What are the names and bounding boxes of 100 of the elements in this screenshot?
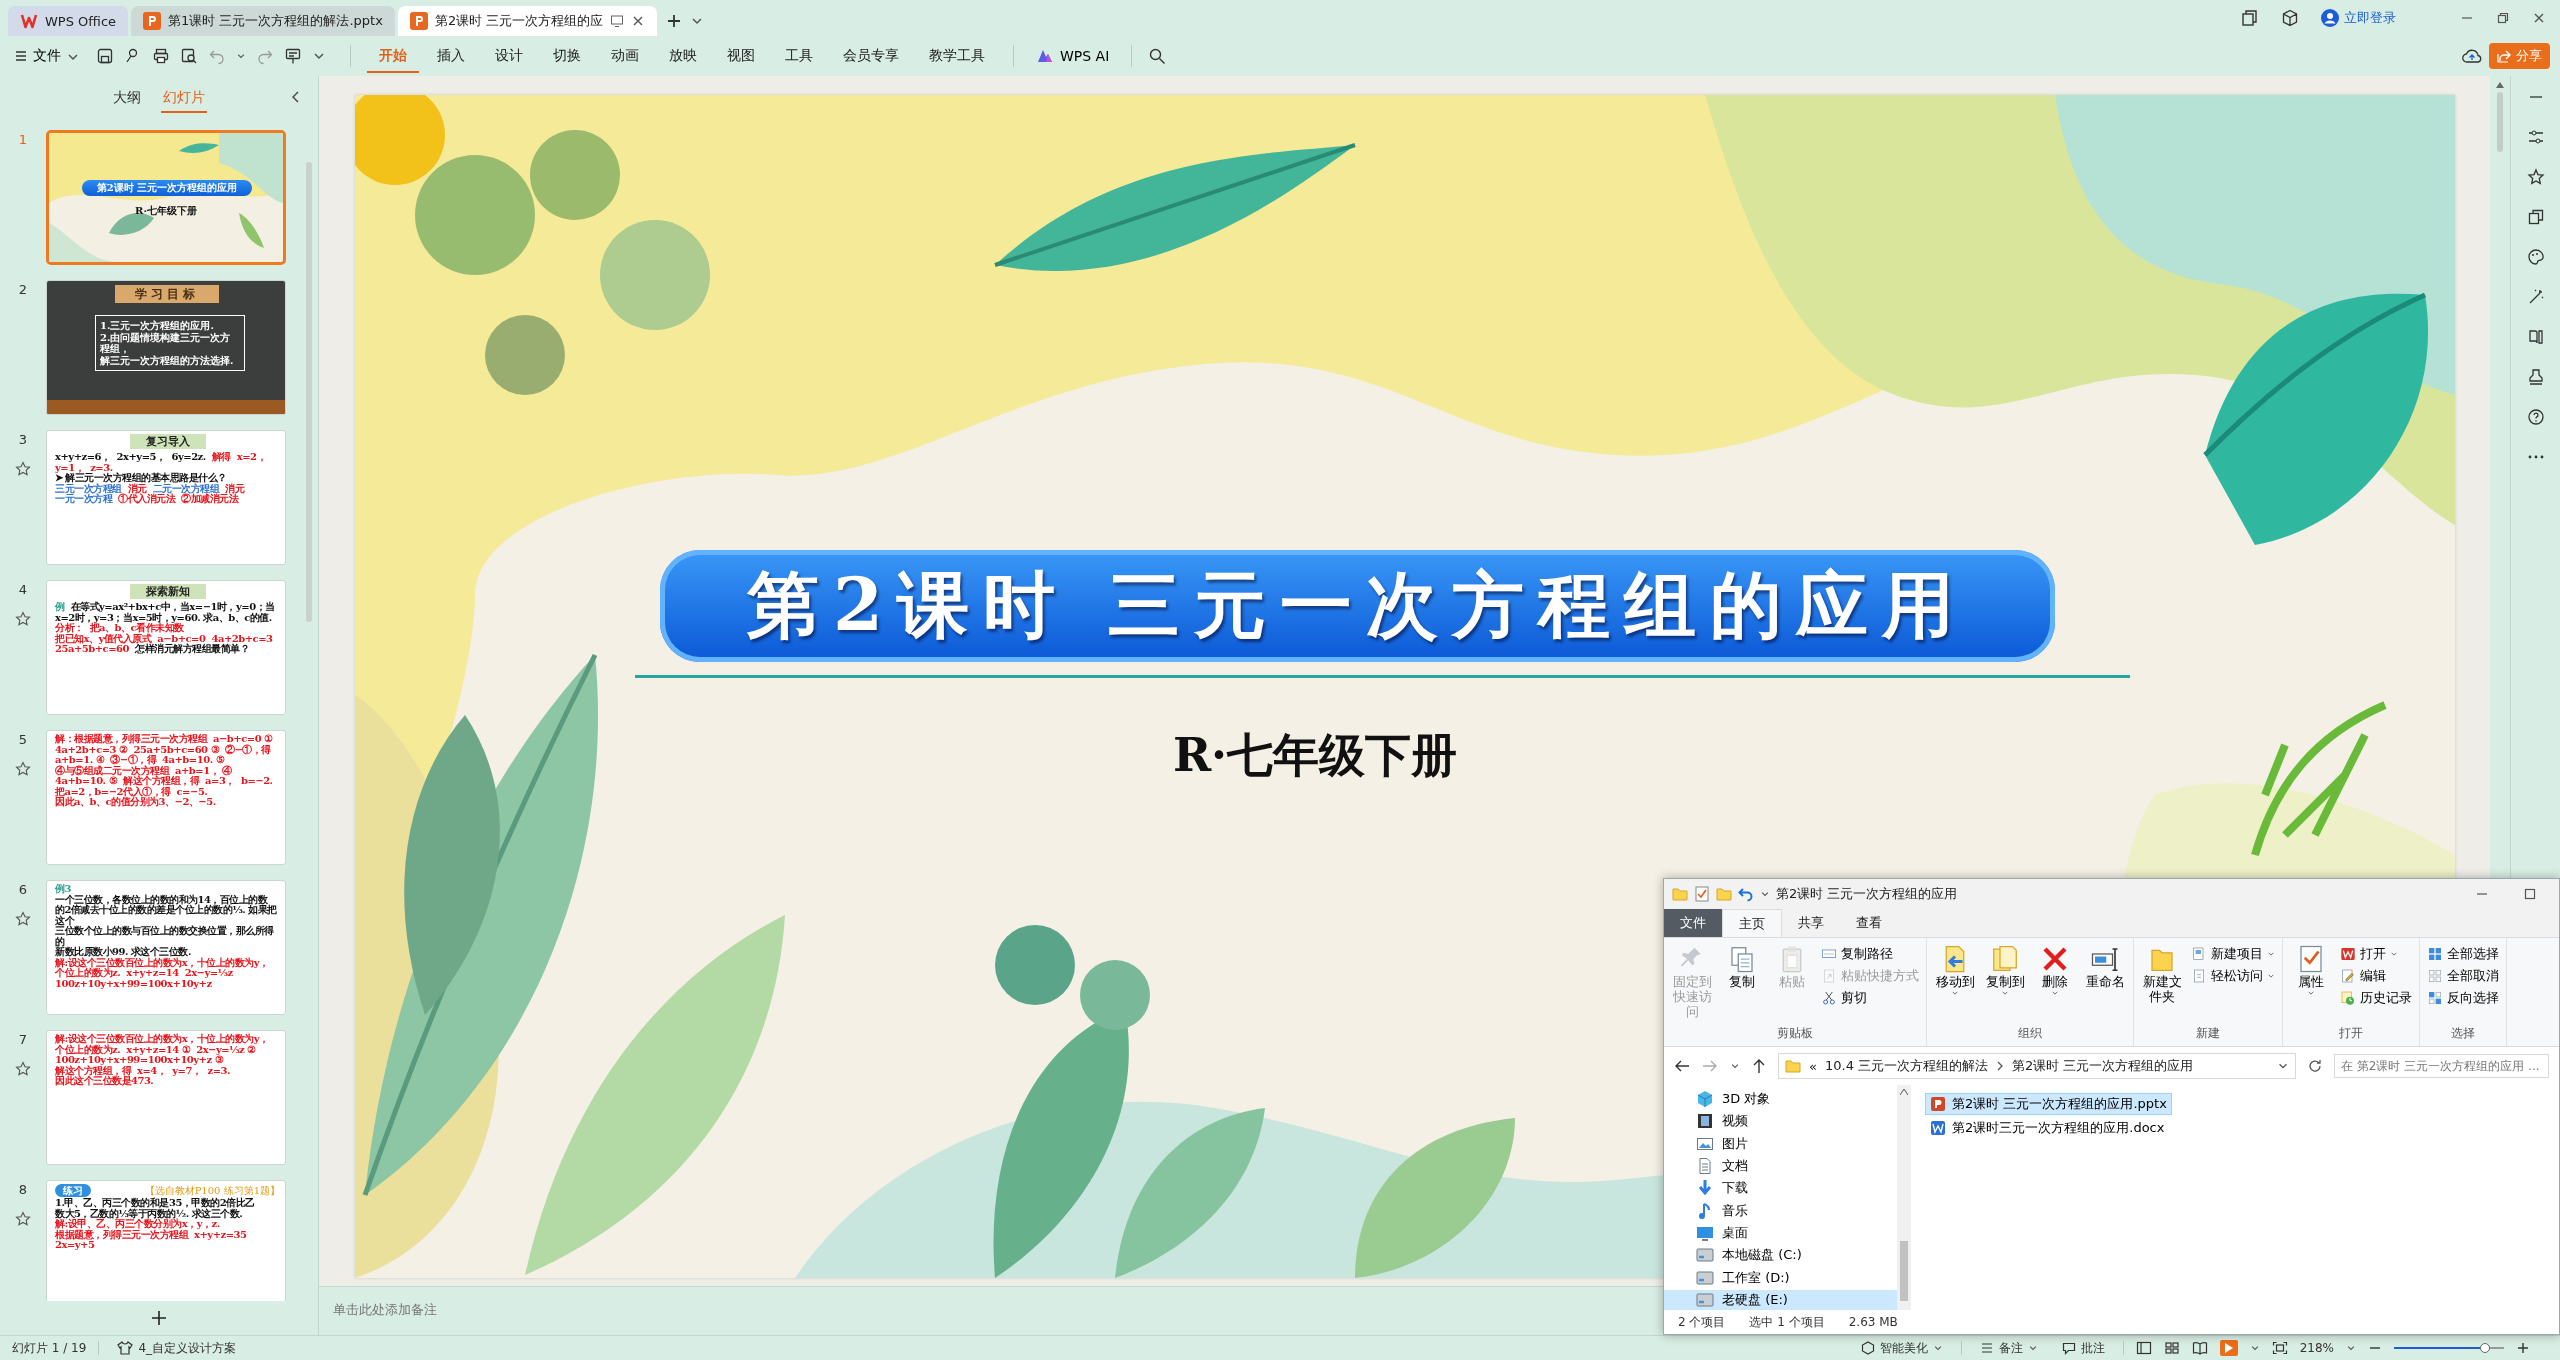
zoom-in-icon[interactable]	[2516, 1341, 2530, 1355]
restore-icon[interactable]	[2496, 11, 2510, 25]
ribbon-button[interactable]: 复制到	[1981, 942, 2029, 1025]
slide-thumbnail[interactable]: 第2课时 三元一次方程组的应用 R·七年级下册	[46, 130, 286, 265]
ribbon-button[interactable]: 编辑	[2337, 966, 2415, 986]
star-icon[interactable]	[2526, 168, 2545, 186]
up-icon[interactable]	[1752, 1058, 1766, 1074]
document-tab[interactable]: WPS Office	[8, 6, 129, 36]
help-icon[interactable]	[2526, 408, 2545, 426]
slide-thumbnail[interactable]: 探索新知 例 在等式y=ax²+bx+c中，当x=−1时，y=0；当 x=2时，y=3；当x=5时，y=60. 求a、b、c的值. 分析： 把a、b、c看作未知数 把已知x、y值代入原式 a−b+c=0 4a+2b+c=3 25a+5b+c=60 怎样消元解方程组最简单？	[46, 580, 286, 715]
save-icon[interactable]	[96, 47, 114, 65]
nav-item[interactable]: 老硬盘 (E:)	[1664, 1289, 1897, 1310]
ribbon-button[interactable]: 全部选择	[2424, 944, 2502, 964]
format-painter-icon[interactable]	[284, 47, 302, 65]
document-tab[interactable]: 第2课时 三元一次方程组的应	[397, 6, 658, 36]
ribbon-tab[interactable]: 插入	[425, 39, 477, 73]
book-icon[interactable]	[2526, 328, 2545, 346]
ribbon-tab[interactable]: 视图	[715, 39, 767, 73]
file-item[interactable]: 第2课时三元一次方程组的应用.docx	[1925, 1117, 2170, 1139]
print-preview-icon[interactable]	[180, 47, 198, 65]
scroll-up-icon[interactable]	[2496, 82, 2504, 88]
close-icon[interactable]	[2532, 11, 2546, 25]
nav-item[interactable]: 文档	[1664, 1155, 1897, 1177]
notes-button[interactable]: 备注	[1973, 1339, 2044, 1357]
reading-view-icon[interactable]	[2191, 1341, 2208, 1355]
ribbon-button[interactable]: 历史记录	[2337, 988, 2415, 1008]
ribbon-button[interactable]: 复制路径	[1818, 944, 1922, 964]
ribbon-tab[interactable]: 会员专享	[831, 39, 911, 73]
ribbon-tab[interactable]: 主页	[1722, 909, 1782, 937]
slide-thumbnail[interactable]: 解:设这个三位数百位上的数为x，十位上的数为y， 个位上的数为z. x+y+z=14 ① 2x−y=⅓z ② 100z+10y+x+99=100x+10y+z ③ 解这个方程组，得 x=4， y=7， z=3. 因此这个三位数是473.	[46, 1030, 286, 1165]
ribbon-button[interactable]: 全部取消	[2424, 966, 2502, 986]
ribbon-button[interactable]: 新建文件夹	[2138, 942, 2186, 1025]
star-icon[interactable]	[15, 1211, 31, 1227]
ribbon-button[interactable]: 重命名	[2081, 942, 2129, 1025]
print-icon[interactable]	[152, 47, 170, 65]
nav-item[interactable]: 3D 对象	[1664, 1089, 1897, 1110]
ribbon-button[interactable]: 剪切	[1818, 988, 1922, 1008]
slide-thumbnail[interactable]: 复习导入 x+y+z=6， 2x+y=5， 6y=2z. 解得 x=2， y=1， z=3. ➤ 解三元一次方程组的基本思路是什么？ 三元一次方程组 消元 二元一次方程组 消元 一元一次方程 ①代入消元法 ②加减消元法	[46, 430, 286, 565]
nav-item[interactable]: 下载	[1664, 1178, 1897, 1199]
file-item[interactable]: 第2课时 三元一次方程组的应用.pptx	[1925, 1093, 2172, 1115]
add-slide-icon[interactable]	[150, 1309, 168, 1327]
back-icon[interactable]	[1674, 1059, 1690, 1073]
ribbon-tab[interactable]: 文件	[1664, 909, 1722, 937]
ribbon-tab[interactable]: 教学工具	[917, 39, 997, 73]
slide-thumbnail[interactable]: 练习 【选自教材P100 练习第1题】 1.甲、乙、丙三个数的和是35，甲数的2倍比乙 数大5，乙数的⅓等于丙数的½. 求这三个数. 解:设甲、乙、丙三个数分别为x，y，z. 根据题意，列得三元一次方程组 x+y+z=35 2x=y+5	[46, 1180, 286, 1301]
ribbon-tab[interactable]: 工具	[773, 39, 825, 73]
properties-icon[interactable]	[1694, 886, 1710, 902]
chevron-down-icon[interactable]	[2027, 1343, 2038, 1353]
slide-thumbnail[interactable]: 解：根据题意，列得三元一次方程组 a−b+c=0 ① 4a+2b+c=3 ② 25a+5b+c=60 ③ ②−①，得 a+b=1. ④ ③−①，得 4a+b=10. ⑤ ④与⑤组成二元一次方程组 a+b=1， ④ 4a+b=10. ⑤ 解这个方程组，得 a=3， b=−2. 把a=2，b=−2代入①，得 c=−5. 因此a、b、c的值分别为3、−2、−5.	[46, 730, 286, 865]
star-icon[interactable]	[15, 911, 31, 927]
slideshow-button[interactable]	[2219, 1340, 2238, 1356]
window-switch-icon[interactable]	[2241, 9, 2259, 27]
normal-view-icon[interactable]	[2135, 1341, 2152, 1355]
slide-thumbnail[interactable]: 学习目标 1.三元一次方程组的应用. 2.由问题情境构建三元一次方程组， 解三元一次方程组的方法选择.	[46, 280, 286, 415]
slide-thumbnail[interactable]: 例3 一个三位数，各数位上的数的和为14，百位上的数 的2倍减去十位上的数的差是个位上的数的⅓. 如果把这个 三位数个位上的数与百位上的数交换位置，那么所得的 新数比原数小99. 求这个三位数. 解:设这个三位数百位上的数为x，十位上的数为y， 个位上的数为z. x+y+z=14 2x−y=⅓z 100z+10y+x+99=100x+10y+z	[46, 880, 286, 1015]
ribbon-tab[interactable]: 动画	[599, 39, 651, 73]
ribbon-button[interactable]: 复制	[1718, 942, 1766, 1025]
chevron-down-icon[interactable]	[1730, 1061, 1740, 1071]
scroll-up-icon[interactable]	[1900, 1089, 1908, 1095]
login-link[interactable]: 立即登录	[2344, 9, 2396, 27]
star-icon[interactable]	[15, 1061, 31, 1077]
chevron-down-icon[interactable]	[2249, 1343, 2260, 1353]
new-tab-icon[interactable]	[666, 13, 683, 29]
comments-button[interactable]: 批注	[2055, 1339, 2111, 1357]
star-icon[interactable]	[15, 461, 31, 477]
nav-item[interactable]: 本地磁盘 (C:)	[1664, 1245, 1897, 1266]
nav-item[interactable]: 工作室 (D:)	[1664, 1267, 1897, 1288]
ribbon-tab[interactable]: 设计	[483, 39, 535, 73]
nav-item[interactable]: 图片	[1664, 1133, 1897, 1154]
ai-button[interactable]: WPS AI	[1030, 42, 1116, 70]
ribbon-button[interactable]: 轻松访问	[2188, 966, 2278, 986]
scrollbar-thumb[interactable]	[2497, 92, 2503, 152]
address-bar[interactable]: « 10.4 三元一次方程组的解法 第2课时 三元一次方程组的应用	[1778, 1053, 2296, 1079]
beautify-button[interactable]: 智能美化	[1854, 1339, 1949, 1357]
ribbon-button[interactable]: 打开	[2337, 944, 2415, 964]
cloud-upload-icon[interactable]	[2461, 47, 2483, 65]
ribbon-tab[interactable]: 查看	[1840, 909, 1898, 937]
ribbon-tab[interactable]: 共享	[1782, 909, 1840, 937]
document-tab[interactable]: 第1课时 三元一次方程组的解法.pptx	[131, 6, 395, 36]
file-menu[interactable]: 文件	[10, 43, 82, 69]
grid-view-icon[interactable]	[2163, 1341, 2180, 1355]
nav-item[interactable]: 桌面	[1664, 1222, 1897, 1244]
chevron-down-icon[interactable]	[2346, 1343, 2356, 1353]
panel-tab[interactable]: 大纲	[111, 83, 143, 113]
nav-item[interactable]: 音乐	[1664, 1200, 1897, 1221]
ribbon-button[interactable]: 属性	[2287, 942, 2335, 1025]
sliders-icon[interactable]	[2526, 128, 2545, 146]
theme-button[interactable]: 4_自定义设计方案	[111, 1339, 243, 1357]
palette-icon[interactable]	[2526, 248, 2545, 266]
search-field[interactable]: 在 第2课时 三元一次方程组的应用 ...	[2334, 1054, 2549, 1078]
scrollbar-thumb[interactable]	[306, 162, 312, 622]
maximize-icon[interactable]	[2523, 887, 2537, 901]
ribbon-tab[interactable]: 放映	[657, 39, 709, 73]
ribbon-button[interactable]: 移动到	[1931, 942, 1979, 1025]
fit-window-icon[interactable]	[2271, 1341, 2288, 1355]
notes-field[interactable]: 单击此处添加备注	[319, 1287, 739, 1335]
screen-icon[interactable]	[610, 14, 625, 28]
chevron-down-icon[interactable]	[1932, 1343, 1943, 1353]
nav-item[interactable]: 视频	[1664, 1111, 1897, 1132]
chevron-down-icon[interactable]	[1760, 889, 1770, 899]
